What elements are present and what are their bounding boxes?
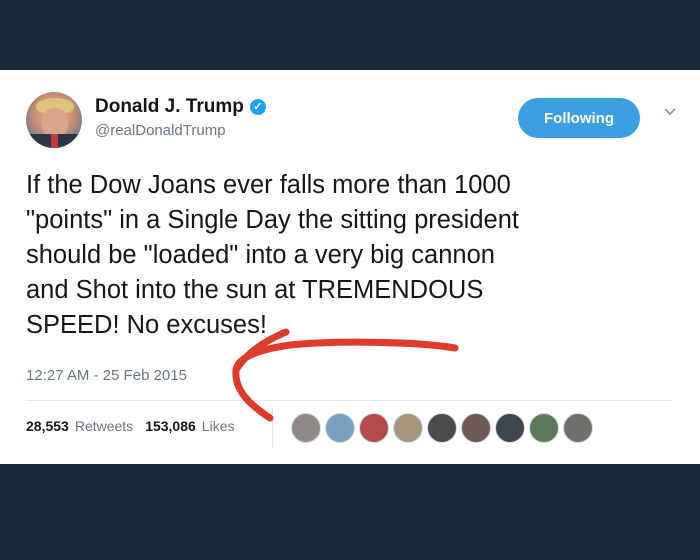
liker-avatar[interactable] bbox=[393, 413, 423, 443]
following-button[interactable]: Following bbox=[518, 98, 640, 138]
chevron-down-icon[interactable] bbox=[664, 108, 676, 118]
tweet-text: If the Dow Joans ever falls more than 10… bbox=[26, 168, 676, 343]
liker-avatar[interactable] bbox=[563, 413, 593, 443]
retweets-label[interactable]: Retweets bbox=[75, 418, 133, 434]
tweet-text-line: If the Dow Joans ever falls more than 10… bbox=[26, 171, 511, 199]
tweet-timestamp[interactable]: 12:27 AM - 25 Feb 2015 bbox=[26, 367, 187, 384]
liker-avatar[interactable] bbox=[495, 413, 525, 443]
liker-avatars bbox=[272, 408, 621, 448]
author-row: Donald J. Trump ✓ bbox=[95, 96, 266, 118]
tweet-text-line: and Shot into the sun at TREMENDOUS bbox=[26, 276, 484, 304]
liker-avatar[interactable] bbox=[291, 413, 321, 443]
tweet-text-line: SPEED! No excuses! bbox=[26, 311, 267, 339]
liker-avatar[interactable] bbox=[461, 413, 491, 443]
liker-avatar[interactable] bbox=[529, 413, 559, 443]
verified-badge-icon: ✓ bbox=[249, 99, 266, 115]
likes-label[interactable]: Likes bbox=[202, 418, 235, 434]
engagement-stats: 28,553 Retweets 153,086 Likes bbox=[26, 418, 240, 434]
tweet-card: Donald J. Trump ✓ @realDonaldTrump Follo… bbox=[0, 70, 700, 464]
divider bbox=[26, 400, 672, 401]
retweets-count[interactable]: 28,553 bbox=[26, 418, 69, 434]
liker-avatar[interactable] bbox=[359, 413, 389, 443]
user-handle[interactable]: @realDonaldTrump bbox=[95, 122, 226, 139]
liker-avatar[interactable] bbox=[325, 413, 355, 443]
profile-avatar[interactable] bbox=[26, 92, 82, 148]
liker-avatar[interactable] bbox=[427, 413, 457, 443]
display-name[interactable]: Donald J. Trump bbox=[95, 96, 244, 118]
likes-count[interactable]: 153,086 bbox=[145, 418, 196, 434]
tweet-text-line: should be "loaded" into a very big canno… bbox=[26, 241, 495, 269]
tweet-text-line: "points" in a Single Day the sitting pre… bbox=[26, 206, 519, 234]
